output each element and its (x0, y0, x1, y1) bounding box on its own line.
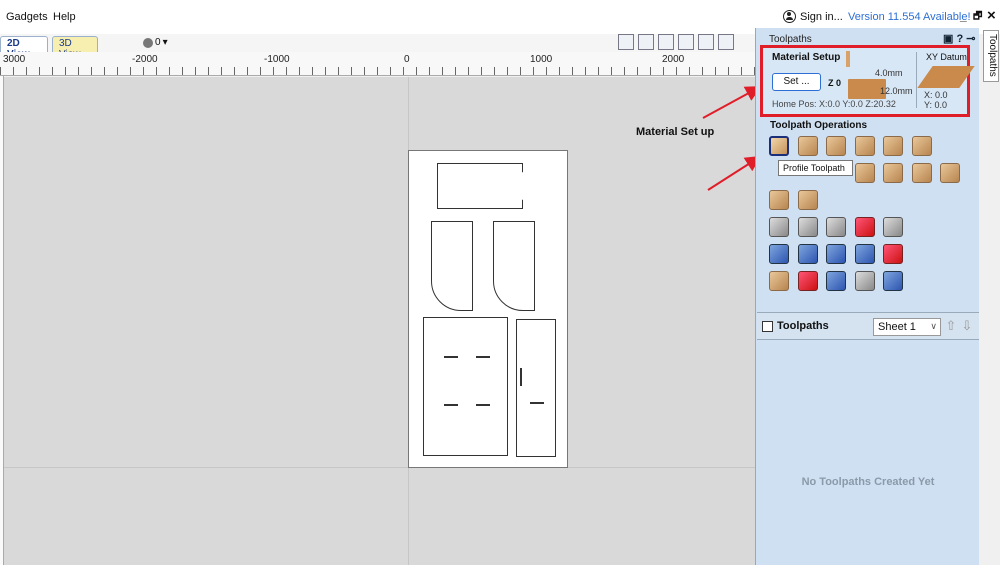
slot (444, 356, 458, 358)
grid-icon[interactable] (658, 34, 674, 50)
ruler-label: 3000 (3, 54, 26, 65)
toolpath-template-icon[interactable] (769, 217, 789, 237)
drawing-canvas[interactable] (4, 77, 755, 565)
toolpath-settings-icon[interactable] (855, 271, 875, 291)
restore-button[interactable]: 🗗 (973, 9, 982, 26)
preview-material-icon[interactable] (769, 244, 789, 264)
ruler-label: 1000 (530, 54, 553, 65)
chevron-down-icon: ▾ (162, 37, 168, 48)
prism-toolpath-icon[interactable] (912, 163, 932, 183)
drilling-toolpath-icon[interactable] (826, 136, 846, 156)
delete-toolpath-icon[interactable] (855, 217, 875, 237)
y-datum-value: Y: 0.0 (924, 100, 948, 110)
layer-value: 0 (155, 37, 161, 48)
user-icon (783, 10, 796, 23)
profile-toolpath-tooltip: Profile Toolpath (778, 160, 853, 176)
home-position: Home Pos: X:0.0 Y:0.0 Z:20.32 (772, 99, 896, 109)
part-left-side[interactable] (431, 221, 473, 311)
close-button[interactable]: × (987, 7, 996, 24)
toolpaths-checkbox[interactable] (762, 321, 773, 332)
version-link[interactable]: Version 11.554 Available! (848, 11, 971, 23)
sheet-select[interactable]: Sheet 1 (873, 318, 941, 336)
ruler-label: -2000 (132, 54, 158, 65)
toolpaths-list-label: Toolpaths (777, 320, 829, 332)
ruler-label: 0 (404, 54, 410, 65)
layer-icon (143, 37, 153, 48)
merge-toolpaths-icon[interactable] (826, 271, 846, 291)
copy-toolpath-icon[interactable] (826, 217, 846, 237)
panel-controls[interactable]: ▣ ? ⊸ (943, 32, 975, 45)
slot (476, 404, 490, 406)
view-toolbar (618, 34, 734, 50)
bottom-thickness: 12.0mm (880, 86, 913, 96)
material-setup-box: Material Setup Set ... Z 0 4.0mm 12.0mm … (760, 45, 975, 117)
xy-datum-title: XY Datum (926, 52, 967, 62)
toolpath-operations-title: Toolpath Operations (770, 120, 868, 131)
tab-2d-view[interactable]: 2D View (0, 36, 48, 60)
fluting-toolpath-icon[interactable] (855, 163, 875, 183)
slot (444, 404, 458, 406)
sign-in-label: Sign in... (800, 10, 843, 23)
sign-in-button[interactable]: Sign in... (783, 10, 843, 23)
minimize-button[interactable]: _ (960, 9, 967, 23)
ruler-ticks (0, 67, 755, 75)
quick-engrave-icon[interactable] (855, 136, 875, 156)
pocket-toolpath-icon[interactable] (798, 136, 818, 156)
part-back-panel[interactable] (423, 317, 508, 456)
calculator-icon[interactable] (883, 217, 903, 237)
save-toolpath-icon[interactable] (883, 271, 903, 291)
toolpaths-list-header: Toolpaths Sheet 1 ⇧ ⇩ (757, 312, 979, 340)
ruler-label: -1000 (264, 54, 290, 65)
z-zero-label: Z 0 (828, 78, 842, 88)
ruler-label: 2000 (662, 54, 685, 65)
side-tab-label: Toolpaths (987, 34, 998, 77)
zoom-extents-icon[interactable] (718, 34, 734, 50)
snap-icon[interactable] (618, 34, 634, 50)
preview-toolpath-icon[interactable] (798, 244, 818, 264)
layer-selector[interactable]: 0 ▾ (143, 37, 168, 48)
menu-gadgets[interactable]: Gadgets (6, 11, 48, 23)
roughing-toolpath-icon[interactable] (769, 190, 789, 210)
vcarve-toolpath-icon[interactable] (883, 163, 903, 183)
x-datum-value: X: 0.0 (924, 90, 948, 100)
preview-all-icon[interactable] (826, 244, 846, 264)
tab-3d-view[interactable]: 3D View (52, 36, 98, 60)
slot (520, 368, 522, 386)
material-setup-title: Material Setup (772, 52, 841, 63)
sheet-view-icon[interactable] (638, 34, 654, 50)
xy-datum-icon[interactable] (917, 66, 975, 88)
part-door-panel[interactable] (516, 319, 556, 457)
time-estimate-icon[interactable] (798, 271, 818, 291)
reset-preview-icon[interactable] (855, 244, 875, 264)
panel-title: Toolpaths (769, 34, 812, 45)
annotation-label: Material Set up (636, 126, 715, 138)
menu-help[interactable]: Help (53, 11, 76, 23)
moulding-toolpath-icon[interactable] (940, 163, 960, 183)
move-up-icon[interactable]: ⇧ (944, 318, 958, 336)
top-thickness: 4.0mm (875, 68, 903, 78)
divider (916, 52, 917, 108)
material-set-button[interactable]: Set ... (772, 73, 821, 91)
tool-database-icon[interactable] (769, 271, 789, 291)
side-tab-toolpaths[interactable]: Toolpaths (983, 30, 999, 82)
zoom-icon[interactable] (698, 34, 714, 50)
tool-post-icon (846, 51, 850, 67)
material-sheet[interactable] (408, 150, 568, 468)
edit-toolpath-icon[interactable] (798, 217, 818, 237)
horizontal-ruler: 3000 -2000 -1000 0 1000 2000 (0, 52, 755, 76)
pan-icon[interactable] (678, 34, 694, 50)
texture-toolpath-icon[interactable] (883, 136, 903, 156)
part-right-side[interactable] (493, 221, 535, 311)
finishing-toolpath-icon[interactable] (798, 190, 818, 210)
profile-toolpath-icon[interactable] (769, 136, 789, 156)
move-down-icon[interactable]: ⇩ (960, 318, 974, 336)
inlay-toolpath-icon[interactable] (912, 136, 932, 156)
part-top-panel[interactable] (437, 163, 523, 209)
simulation-icon[interactable] (883, 244, 903, 264)
slot (530, 402, 544, 404)
x-axis-line (4, 467, 755, 468)
slot (476, 356, 490, 358)
empty-toolpaths-message: No Toolpaths Created Yet (801, 476, 935, 488)
